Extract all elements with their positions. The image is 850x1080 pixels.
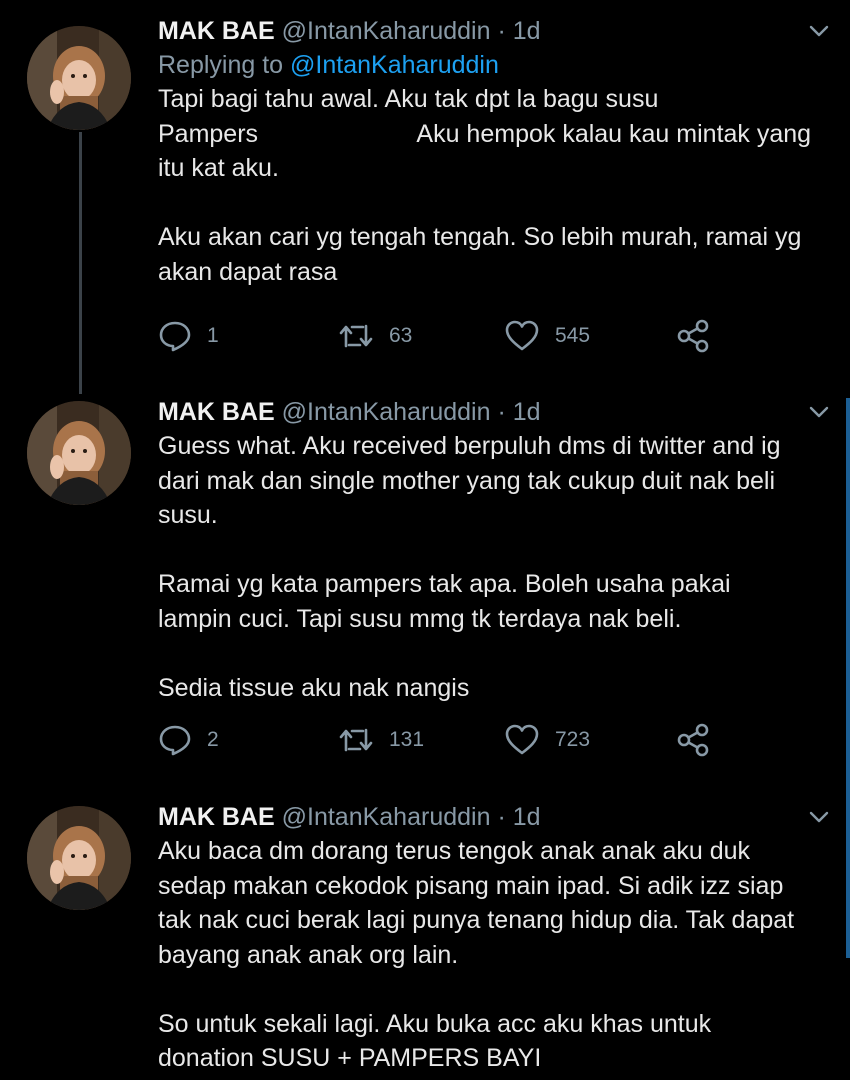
like-count: 723 xyxy=(555,728,591,751)
timestamp[interactable]: 1d xyxy=(513,17,541,45)
retweet-icon xyxy=(339,324,373,348)
avatar[interactable] xyxy=(27,401,131,505)
share-icon xyxy=(677,319,709,353)
replying-to: Replying to @IntanKaharuddin xyxy=(158,48,828,82)
user-handle[interactable]: @IntanKaharuddin xyxy=(282,17,491,45)
avatar-image xyxy=(27,401,131,505)
heart-icon xyxy=(505,724,539,755)
chevron-down-icon[interactable] xyxy=(808,806,830,828)
reply-icon xyxy=(159,725,191,756)
replying-to-link[interactable]: @IntanKaharuddin xyxy=(290,51,499,79)
reply-count: 2 xyxy=(207,728,219,751)
tweet-text: Aku baca dm dorang terus tengok anak ana… xyxy=(158,837,795,1072)
tweet-actions: 1 63 545 xyxy=(158,316,718,356)
tweet-content: MAK BAE @IntanKaharuddin · 1d Guess what… xyxy=(158,395,830,705)
reply-icon xyxy=(159,321,191,352)
tweet-content: MAK BAE @IntanKaharuddin · 1d Replying t… xyxy=(158,14,830,289)
retweet-count: 63 xyxy=(389,324,413,347)
tweet-header: MAK BAE @IntanKaharuddin · 1d xyxy=(158,14,830,48)
user-handle[interactable]: @IntanKaharuddin xyxy=(282,398,491,426)
replying-to-label: Replying to xyxy=(158,51,284,79)
chevron-down-icon[interactable] xyxy=(808,20,830,42)
retweet-count: 131 xyxy=(389,728,425,751)
share-button[interactable] xyxy=(676,720,710,760)
timestamp[interactable]: 1d xyxy=(513,803,541,831)
like-count: 545 xyxy=(555,324,591,347)
separator-dot: · xyxy=(497,17,506,45)
retweet-button[interactable]: 63 xyxy=(338,316,412,356)
tweet-content: MAK BAE @IntanKaharuddin · 1d Aku baca d… xyxy=(158,800,830,1076)
share-icon xyxy=(677,723,709,757)
avatar-image xyxy=(27,806,131,910)
avatar[interactable] xyxy=(27,806,131,910)
chevron-down-icon[interactable] xyxy=(808,401,830,423)
scrollbar[interactable] xyxy=(846,398,850,958)
reply-button[interactable]: 2 xyxy=(158,720,219,760)
avatar-image xyxy=(27,26,131,130)
retweet-button[interactable]: 131 xyxy=(338,720,424,760)
tweet-text: Guess what. Aku received berpuluh dms di… xyxy=(158,432,781,702)
retweet-icon xyxy=(339,728,373,752)
tweet-text: Tapi bagi tahu awal. Aku tak dpt la bagu… xyxy=(158,85,812,286)
separator-dot: · xyxy=(497,398,506,426)
avatar[interactable] xyxy=(27,26,131,130)
separator-dot: · xyxy=(497,803,506,831)
like-button[interactable]: 723 xyxy=(504,720,590,760)
reply-count: 1 xyxy=(207,324,219,347)
like-button[interactable]: 545 xyxy=(504,316,590,356)
tweet-header: MAK BAE @IntanKaharuddin · 1d xyxy=(158,800,830,834)
timestamp[interactable]: 1d xyxy=(513,398,541,426)
heart-icon xyxy=(505,320,539,351)
thread-connector-line xyxy=(79,132,82,394)
display-name[interactable]: MAK BAE xyxy=(158,17,275,45)
display-name[interactable]: MAK BAE xyxy=(158,398,275,426)
display-name[interactable]: MAK BAE xyxy=(158,803,275,831)
reply-button[interactable]: 1 xyxy=(158,316,219,356)
tweet-actions: 2 131 723 xyxy=(158,720,718,760)
share-button[interactable] xyxy=(676,316,710,356)
tweet-header: MAK BAE @IntanKaharuddin · 1d xyxy=(158,395,830,429)
user-handle[interactable]: @IntanKaharuddin xyxy=(282,803,491,831)
